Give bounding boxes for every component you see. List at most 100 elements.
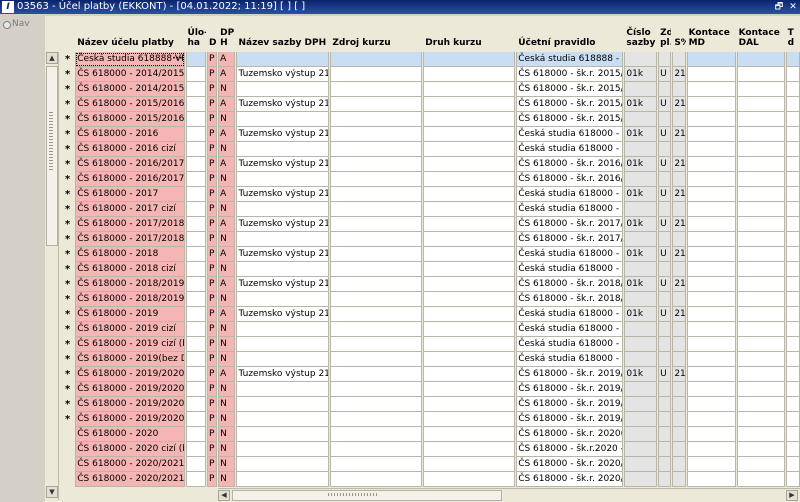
cell-zd[interactable] [658,292,672,307]
cell-druh[interactable] [423,172,516,187]
cell-name[interactable]: ČS 618000 - 2016 [75,127,185,142]
cell-pravidlo[interactable]: ČS 618000 - šk.r. 2015/16 [516,67,624,82]
cell-d[interactable]: P [206,322,218,337]
cell-druh[interactable] [423,442,516,457]
scroll-left-icon[interactable]: ◀ [218,490,230,501]
cell-sazba[interactable]: Tuzemsko výstup 21%- [236,217,330,232]
cell-pravidlo[interactable]: Česká studia 618000 - pokl [516,337,624,352]
cell-md[interactable] [686,52,736,67]
cell-pravidlo[interactable]: Česká studia 618000 - pokl [516,187,624,202]
cell-zdroj[interactable] [330,382,423,397]
cell-s[interactable]: 21 [672,187,686,202]
cell-t[interactable] [785,262,800,277]
cell-d[interactable]: P [206,172,218,187]
cell-d[interactable]: P [206,202,218,217]
cell-druh[interactable] [423,142,516,157]
cell-md[interactable] [686,247,736,262]
cell-name[interactable]: ČS 618000 - 2016/2017 [75,157,185,172]
cell-pravidlo[interactable]: ČS 618000 - šk.r. 2019/202 [516,382,624,397]
cell-zd[interactable]: U [658,247,672,262]
cell-dph[interactable]: A [218,157,236,172]
cell-sazba[interactable] [236,352,330,367]
cell-zd[interactable]: U [658,67,672,82]
cell-sazba[interactable]: Tuzemsko výstup 21%- [236,187,330,202]
cell-cislo[interactable] [624,457,658,472]
cell-dph[interactable]: A [218,217,236,232]
cell-d[interactable]: P [206,277,218,292]
cell-t[interactable] [785,157,800,172]
cell-pravidlo[interactable]: Česká studia 618000 - pokl [516,322,624,337]
cell-sazba[interactable]: Tuzemsko výstup 21%- [236,67,330,82]
cell-uloha[interactable] [185,382,206,397]
cell-md[interactable] [686,262,736,277]
cell-s[interactable] [672,232,686,247]
cell-s[interactable] [672,427,686,442]
table-row[interactable]: * ČS 618000 - 2016 cizí P N Česká studia 618… [61,142,800,157]
cell-dal[interactable] [736,277,785,292]
cell-t[interactable] [785,427,800,442]
cell-s[interactable] [672,337,686,352]
cell-uloha[interactable] [185,172,206,187]
cell-t[interactable] [785,82,800,97]
cell-t[interactable] [785,217,800,232]
cell-zdroj[interactable] [330,67,423,82]
cell-zd[interactable] [658,82,672,97]
cell-cislo[interactable]: 01k [624,97,658,112]
cell-zdroj[interactable] [330,112,423,127]
table-row[interactable]: *ČS 618000 - 2019 PATuzemsko výstup 21%- Č… [61,307,800,322]
cell-sazba[interactable] [236,322,330,337]
cell-s[interactable] [672,412,686,427]
cell-dal[interactable] [736,142,785,157]
cell-t[interactable] [785,292,800,307]
cell-cislo[interactable]: 01k [624,127,658,142]
cell-md[interactable] [686,82,736,97]
cell-t[interactable] [785,397,800,412]
cell-name[interactable]: ČS 618000 - 2018/2019 [75,277,185,292]
cell-name[interactable]: ČS 618000 - 2015/2016 ciz [75,112,185,127]
cell-sazba[interactable]: Tuzemsko výstup 21%- [236,157,330,172]
cell-druh[interactable] [423,112,516,127]
table-row[interactable]: * ··· Česká studia 618888 VR P A Česká studia… [61,52,800,67]
cell-dal[interactable] [736,262,785,277]
cell-pravidlo[interactable]: ČS 618000 - šk.r. 2019/202 [516,397,624,412]
cell-dal[interactable] [736,397,785,412]
cell-druh[interactable] [423,232,516,247]
cell-dal[interactable] [736,412,785,427]
cell-dal[interactable] [736,187,785,202]
table-row[interactable]: *ČS 618000 - 2019/2020 (be PN ČS 618000 - … [61,382,800,397]
cell-zd[interactable] [658,412,672,427]
cell-d[interactable]: P [206,67,218,82]
cell-pravidlo[interactable]: ČS 618000 - šk.r. 2015/16 [516,82,624,97]
table-row[interactable]: *ČS 618000 - 2015/2016 ciz PN ČS 618000 - … [61,112,800,127]
cell-md[interactable] [686,187,736,202]
cell-dph[interactable]: N [218,337,236,352]
cell-zd[interactable]: U [658,97,672,112]
cell-pravidlo[interactable]: ČS 618000 - šk.r. 2018/201 [516,277,624,292]
cell-dal[interactable] [736,442,785,457]
cell-zdroj[interactable] [330,307,423,322]
cell-druh[interactable] [423,472,516,487]
cell-s[interactable] [672,397,686,412]
cell-dal[interactable] [736,247,785,262]
cell-d[interactable]: P [206,427,218,442]
cell-s[interactable] [672,112,686,127]
cell-sazba[interactable]: Tuzemsko výstup 21%- [236,307,330,322]
column-header[interactable]: T d [785,16,800,52]
cell-d[interactable]: P [206,247,218,262]
cell-dph[interactable]: N [218,397,236,412]
cell-sazba[interactable] [236,262,330,277]
cell-uloha[interactable] [185,217,206,232]
cell-cislo[interactable] [624,322,658,337]
cell-dal[interactable] [736,427,785,442]
cell-t[interactable] [785,202,800,217]
cell-dph[interactable]: N [218,232,236,247]
cell-name[interactable]: ČS 618000 - 2017 cizí [75,202,185,217]
cell-zdroj[interactable] [330,277,423,292]
cell-druh[interactable] [423,217,516,232]
cell-d[interactable]: P [206,292,218,307]
column-header[interactable] [61,16,75,52]
cell-t[interactable] [785,97,800,112]
cell-md[interactable] [686,322,736,337]
cell-name[interactable]: ČS 618000 - 2020/2021 [75,457,185,472]
cell-md[interactable] [686,292,736,307]
